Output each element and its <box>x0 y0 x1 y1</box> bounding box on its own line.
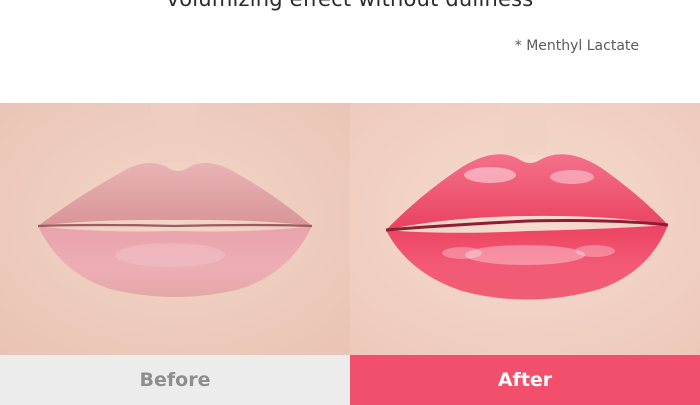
after-label: After <box>497 369 553 391</box>
after-label-bar: After <box>350 355 700 405</box>
after-lips-illustration <box>350 103 700 355</box>
ingredient-footnote: * Menthyl Lactate <box>514 38 639 54</box>
before-label: Before <box>139 369 211 391</box>
headline-text: volumizing effect without dullness <box>0 0 700 11</box>
before-lips-photo <box>0 103 350 355</box>
before-lips-illustration <box>0 103 350 355</box>
product-comparison-page: volumizing effect without dullness * Men… <box>0 0 700 405</box>
before-label-bar: Before <box>0 355 350 405</box>
after-lips-photo <box>350 103 700 355</box>
